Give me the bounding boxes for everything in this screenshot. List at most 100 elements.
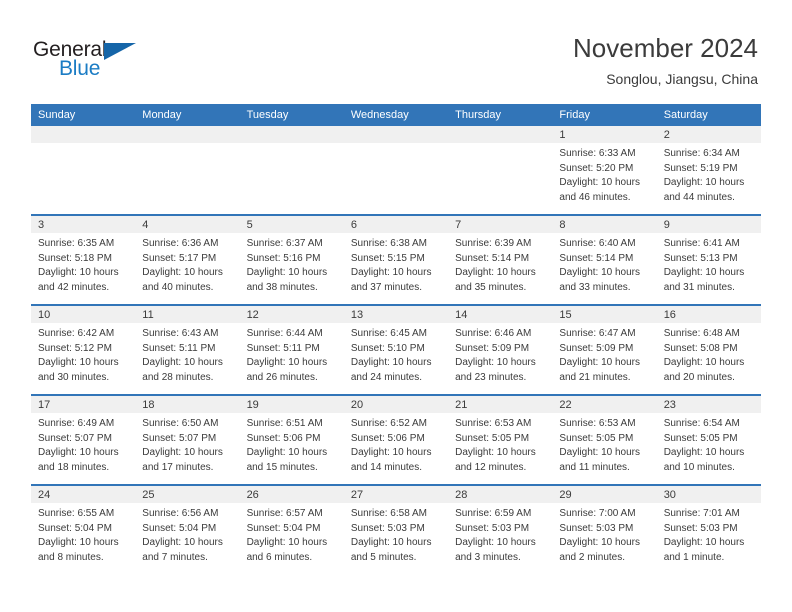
calendar-day-cell[interactable]: 19 Sunrise: 6:51 AM Sunset: 5:06 PM Dayligh…	[239, 394, 344, 485]
day-details: Sunrise: 6:39 AM Sunset: 5:14 PM Daylight:…	[448, 233, 552, 295]
weekday-header-tuesday: Tuesday	[239, 104, 344, 126]
day-cell-inner: 17 Sunrise: 6:49 AM Sunset: 5:07 PM Dayligh…	[31, 396, 136, 484]
sunset-text: Sunset: 5:20 PM	[559, 162, 634, 174]
calendar-day-cell[interactable]: 2 Sunrise: 6:34 AM Sunset: 5:19 PM Daylight…	[656, 126, 761, 215]
day-cell-inner: 24 Sunrise: 6:55 AM Sunset: 5:04 PM Dayligh…	[31, 486, 136, 574]
sunrise-text: Sunrise: 6:41 AM	[663, 238, 740, 249]
calendar-day-cell[interactable]: 21 Sunrise: 6:53 AM Sunset: 5:05 PM Dayligh…	[448, 394, 553, 485]
calendar-day-cell[interactable]: 15 Sunrise: 6:47 AM Sunset: 5:09 PM Dayligh…	[552, 304, 657, 395]
day-details: Sunrise: 6:36 AM Sunset: 5:17 PM Daylight:…	[135, 233, 239, 295]
day-number	[448, 126, 553, 143]
triangle-icon	[104, 43, 136, 60]
day-number: 25	[135, 486, 240, 503]
day-number: 19	[239, 396, 344, 413]
general-blue-logo[interactable]: General Blue	[33, 38, 163, 84]
calendar-day-cell[interactable]: 27 Sunrise: 6:58 AM Sunset: 5:03 PM Dayligh…	[343, 484, 449, 574]
day-cell-inner: 9 Sunrise: 6:41 AM Sunset: 5:13 PM Daylight…	[656, 216, 761, 304]
calendar-day-cell[interactable]: 24 Sunrise: 6:55 AM Sunset: 5:04 PM Dayligh…	[31, 484, 136, 574]
day-cell-inner: 22 Sunrise: 6:53 AM Sunset: 5:05 PM Dayligh…	[552, 396, 657, 484]
calendar-day-cell[interactable]: 18 Sunrise: 6:50 AM Sunset: 5:07 PM Dayligh…	[135, 394, 240, 485]
day-number: 28	[448, 486, 553, 503]
day-number: 6	[343, 216, 449, 233]
weekday-header-friday: Friday	[552, 104, 657, 126]
sunrise-text: Sunrise: 6:39 AM	[455, 238, 532, 249]
sunset-text: Sunset: 5:05 PM	[663, 432, 738, 444]
day-number: 18	[135, 396, 240, 413]
calendar-day-cell[interactable]: 3 Sunrise: 6:35 AM Sunset: 5:18 PM Daylight…	[31, 214, 136, 305]
calendar-day-cell[interactable]: 7 Sunrise: 6:39 AM Sunset: 5:14 PM Daylight…	[448, 214, 553, 305]
weekday-header-row: Sunday Monday Tuesday Wednesday Thursday…	[31, 104, 761, 126]
calendar-day-cell[interactable]: 11 Sunrise: 6:43 AM Sunset: 5:11 PM Dayligh…	[135, 304, 240, 395]
daylight-text: Daylight: 10 hours and 24 minutes.	[350, 357, 432, 383]
day-cell-inner: 26 Sunrise: 6:57 AM Sunset: 5:04 PM Dayligh…	[239, 486, 344, 574]
daylight-text: Daylight: 10 hours and 12 minutes.	[455, 447, 536, 473]
daylight-text: Daylight: 10 hours and 26 minutes.	[246, 357, 328, 383]
day-cell-inner: 10 Sunrise: 6:42 AM Sunset: 5:12 PM Dayligh…	[31, 306, 136, 394]
day-number: 1	[552, 126, 657, 143]
day-details: Sunrise: 6:49 AM Sunset: 5:07 PM Daylight:…	[31, 413, 135, 475]
calendar-day-cell[interactable]: 5 Sunrise: 6:37 AM Sunset: 5:16 PM Daylight…	[239, 214, 344, 305]
calendar-day-cell[interactable]	[135, 126, 240, 215]
sunset-text: Sunset: 5:04 PM	[246, 522, 321, 534]
daylight-text: Daylight: 10 hours and 18 minutes.	[38, 447, 119, 473]
sunrise-text: Sunrise: 6:42 AM	[38, 328, 115, 339]
sunset-text: Sunset: 5:10 PM	[350, 342, 425, 354]
day-details: Sunrise: 6:34 AM Sunset: 5:19 PM Daylight:…	[657, 143, 761, 205]
calendar-day-cell[interactable]: 13 Sunrise: 6:45 AM Sunset: 5:10 PM Dayligh…	[343, 304, 449, 395]
calendar-day-cell[interactable]: 10 Sunrise: 6:42 AM Sunset: 5:12 PM Dayligh…	[31, 304, 136, 395]
calendar-day-cell[interactable]: 6 Sunrise: 6:38 AM Sunset: 5:15 PM Daylight…	[343, 214, 449, 305]
day-cell-inner	[343, 126, 449, 214]
day-details: Sunrise: 6:42 AM Sunset: 5:12 PM Daylight:…	[31, 323, 135, 385]
daylight-text: Daylight: 10 hours and 5 minutes.	[350, 537, 432, 563]
calendar-day-cell[interactable]: 23 Sunrise: 6:54 AM Sunset: 5:05 PM Dayligh…	[656, 394, 761, 485]
calendar-day-cell[interactable]: 26 Sunrise: 6:57 AM Sunset: 5:04 PM Dayligh…	[239, 484, 344, 574]
daylight-text: Daylight: 10 hours and 8 minutes.	[38, 537, 119, 563]
sunset-text: Sunset: 5:14 PM	[559, 252, 634, 264]
calendar-day-cell[interactable]: 14 Sunrise: 6:46 AM Sunset: 5:09 PM Dayligh…	[448, 304, 553, 395]
day-cell-inner: 3 Sunrise: 6:35 AM Sunset: 5:18 PM Daylight…	[31, 216, 136, 304]
calendar-day-cell[interactable]: 22 Sunrise: 6:53 AM Sunset: 5:05 PM Dayligh…	[552, 394, 657, 485]
sunset-text: Sunset: 5:16 PM	[246, 252, 321, 264]
sunset-text: Sunset: 5:06 PM	[350, 432, 425, 444]
calendar-day-cell[interactable]: 28 Sunrise: 6:59 AM Sunset: 5:03 PM Dayligh…	[448, 484, 553, 574]
sunrise-text: Sunrise: 6:57 AM	[246, 508, 323, 519]
calendar-day-cell[interactable]: 16 Sunrise: 6:48 AM Sunset: 5:08 PM Dayligh…	[656, 304, 761, 395]
calendar-grid: Sunday Monday Tuesday Wednesday Thursday…	[31, 104, 761, 574]
calendar-day-cell[interactable]: 17 Sunrise: 6:49 AM Sunset: 5:07 PM Dayligh…	[31, 394, 136, 485]
sunset-text: Sunset: 5:03 PM	[350, 522, 425, 534]
day-number: 11	[135, 306, 240, 323]
day-number	[31, 126, 136, 143]
calendar-day-cell[interactable]	[31, 126, 136, 215]
calendar-day-cell[interactable]	[343, 126, 449, 215]
day-number: 7	[448, 216, 553, 233]
calendar-day-cell[interactable]: 12 Sunrise: 6:44 AM Sunset: 5:11 PM Dayligh…	[239, 304, 344, 395]
calendar-day-cell[interactable]: 25 Sunrise: 6:56 AM Sunset: 5:04 PM Dayligh…	[135, 484, 240, 574]
sunrise-text: Sunrise: 6:58 AM	[350, 508, 427, 519]
calendar-day-cell[interactable]	[448, 126, 553, 215]
calendar-day-cell[interactable]	[239, 126, 344, 215]
sunset-text: Sunset: 5:03 PM	[559, 522, 634, 534]
day-number: 2	[656, 126, 761, 143]
day-cell-inner: 7 Sunrise: 6:39 AM Sunset: 5:14 PM Daylight…	[448, 216, 553, 304]
day-number: 10	[31, 306, 136, 323]
day-number: 22	[552, 396, 657, 413]
day-cell-inner	[135, 126, 240, 214]
calendar-day-cell[interactable]: 4 Sunrise: 6:36 AM Sunset: 5:17 PM Daylight…	[135, 214, 240, 305]
calendar-day-cell[interactable]: 1 Sunrise: 6:33 AM Sunset: 5:20 PM Daylight…	[552, 126, 657, 215]
day-details: Sunrise: 6:38 AM Sunset: 5:15 PM Daylight:…	[344, 233, 448, 295]
daylight-text: Daylight: 10 hours and 44 minutes.	[663, 177, 745, 203]
calendar-day-cell[interactable]: 29 Sunrise: 7:00 AM Sunset: 5:03 PM Dayligh…	[552, 484, 657, 574]
calendar-day-cell[interactable]: 30 Sunrise: 7:01 AM Sunset: 5:03 PM Dayligh…	[656, 484, 761, 574]
day-details: Sunrise: 6:37 AM Sunset: 5:16 PM Daylight:…	[240, 233, 344, 295]
page-subtitle: Songlou, Jiangsu, China	[606, 71, 758, 87]
day-cell-inner: 16 Sunrise: 6:48 AM Sunset: 5:08 PM Dayligh…	[656, 306, 761, 394]
sunset-text: Sunset: 5:11 PM	[142, 342, 216, 354]
calendar-day-cell[interactable]: 8 Sunrise: 6:40 AM Sunset: 5:14 PM Daylight…	[552, 214, 657, 305]
calendar-day-cell[interactable]: 20 Sunrise: 6:52 AM Sunset: 5:06 PM Dayligh…	[343, 394, 449, 485]
sunset-text: Sunset: 5:03 PM	[663, 522, 738, 534]
calendar-day-cell[interactable]: 9 Sunrise: 6:41 AM Sunset: 5:13 PM Daylight…	[656, 214, 761, 305]
day-details: Sunrise: 6:48 AM Sunset: 5:08 PM Daylight:…	[657, 323, 761, 385]
sunset-text: Sunset: 5:17 PM	[142, 252, 217, 264]
sunset-text: Sunset: 5:11 PM	[246, 342, 320, 354]
daylight-text: Daylight: 10 hours and 23 minutes.	[455, 357, 536, 383]
